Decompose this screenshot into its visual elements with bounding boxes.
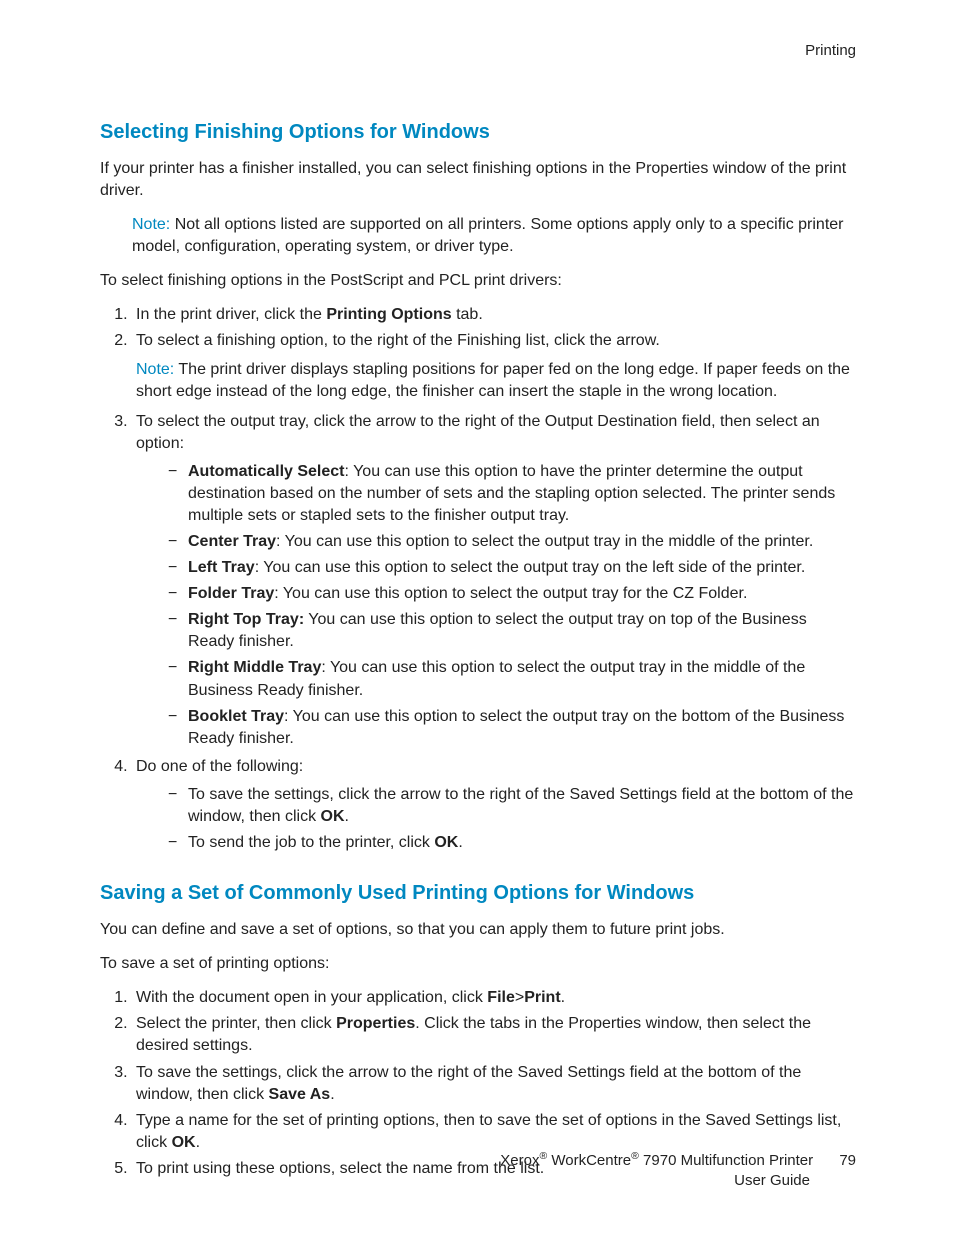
option-right-top-tray: Right Top Tray: You can use this option … bbox=[168, 609, 856, 653]
intro-paragraph-1: If your printer has a finisher installed… bbox=[100, 158, 856, 202]
footer-product: WorkCentre bbox=[547, 1152, 631, 1169]
step-2: To select a finishing option, to the rig… bbox=[132, 330, 856, 402]
running-header: Printing bbox=[100, 42, 856, 59]
step-3: To save the settings, click the arrow to… bbox=[132, 1062, 856, 1106]
note-text: The print driver displays stapling posit… bbox=[136, 361, 850, 400]
option-booklet-tray: Booklet Tray: You can use this option to… bbox=[168, 706, 856, 750]
step-4: Do one of the following: To save the set… bbox=[132, 756, 856, 854]
lead-in-2: To save a set of printing options: bbox=[100, 953, 856, 975]
intro-paragraph-2: You can define and save a set of options… bbox=[100, 919, 856, 941]
step-2: Select the printer, then click Propertie… bbox=[132, 1013, 856, 1057]
option-auto-select: Automatically Select: You can use this o… bbox=[168, 461, 856, 527]
note-label: Note: bbox=[136, 361, 174, 378]
note-label: Note: bbox=[132, 216, 170, 233]
do-save: To save the settings, click the arrow to… bbox=[168, 784, 856, 828]
document-page: Printing Selecting Finishing Options for… bbox=[0, 0, 954, 1235]
note-text: Not all options listed are supported on … bbox=[132, 216, 844, 255]
footer-doc-title: User Guide bbox=[100, 1171, 856, 1191]
option-right-middle-tray: Right Middle Tray: You can use this opti… bbox=[168, 657, 856, 701]
option-left-tray: Left Tray: You can use this option to se… bbox=[168, 557, 856, 579]
registered-icon: ® bbox=[631, 1150, 639, 1162]
section-heading-1: Selecting Finishing Options for Windows bbox=[100, 121, 856, 144]
procedure-list-1: In the print driver, click the Printing … bbox=[100, 304, 856, 854]
page-number: 79 bbox=[839, 1151, 856, 1171]
note-1: Note: Not all options listed are support… bbox=[132, 214, 856, 258]
step-3: To select the output tray, click the arr… bbox=[132, 411, 856, 750]
do-send: To send the job to the printer, click OK… bbox=[168, 832, 856, 854]
note-2: Note: The print driver displays stapling… bbox=[136, 359, 856, 403]
option-folder-tray: Folder Tray: You can use this option to … bbox=[168, 583, 856, 605]
lead-in-1: To select finishing options in the PostS… bbox=[100, 270, 856, 292]
output-tray-options: Automatically Select: You can use this o… bbox=[136, 461, 856, 750]
do-one-of-list: To save the settings, click the arrow to… bbox=[136, 784, 856, 854]
option-center-tray: Center Tray: You can use this option to … bbox=[168, 531, 856, 553]
step-1: With the document open in your applicati… bbox=[132, 987, 856, 1009]
footer-model: 7970 Multifunction Printer bbox=[639, 1152, 813, 1169]
page-footer: Xerox® WorkCentre® 7970 Multifunction Pr… bbox=[100, 1149, 856, 1192]
step-1: In the print driver, click the Printing … bbox=[132, 304, 856, 326]
footer-brand: Xerox bbox=[500, 1152, 539, 1169]
section-heading-2: Saving a Set of Commonly Used Printing O… bbox=[100, 882, 856, 905]
step-4: Type a name for the set of printing opti… bbox=[132, 1110, 856, 1154]
